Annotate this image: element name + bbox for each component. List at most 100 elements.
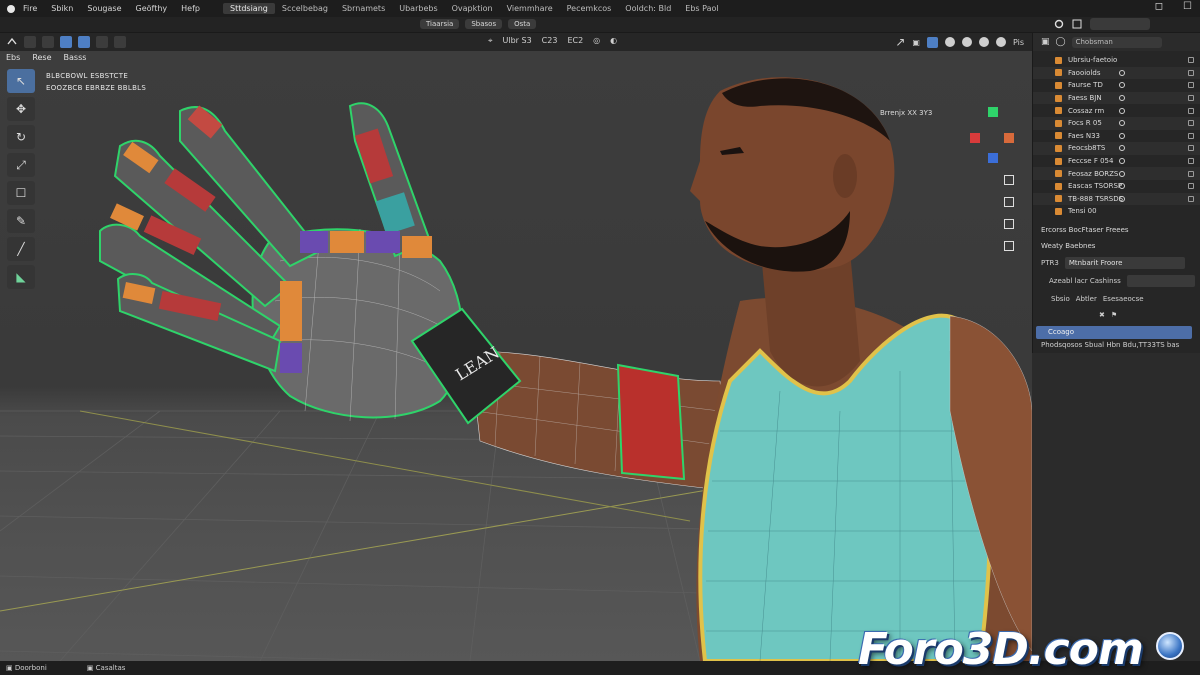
eye-icon[interactable] (1119, 145, 1125, 152)
menu-item-file[interactable]: Fire (16, 4, 44, 13)
workspace-tab-4[interactable]: Ovapktion (445, 3, 500, 14)
apply-button[interactable]: Ccoago (1036, 325, 1192, 339)
eye-icon[interactable] (1119, 195, 1125, 202)
annotate-tool[interactable]: ✎ (7, 209, 35, 233)
visibility-checkbox[interactable] (1188, 95, 1194, 102)
visibility-checkbox[interactable] (1188, 195, 1194, 202)
gizmo-z-axis[interactable] (988, 153, 998, 163)
outliner-item[interactable]: Faes N33 (1033, 130, 1200, 143)
viewport-tab-1[interactable]: Rese (32, 53, 51, 62)
workspace-tab-6[interactable]: Pecemkcos (560, 3, 619, 14)
scale-tool[interactable]: ⤢ (7, 153, 35, 177)
settings-icon[interactable] (1054, 19, 1064, 29)
visibility-checkbox[interactable] (1188, 69, 1194, 76)
outliner-item[interactable]: Focs R 05 (1033, 116, 1200, 130)
move-tool[interactable]: ✥ (7, 97, 35, 121)
menu-item-window[interactable]: Geöfthy (129, 4, 175, 13)
outliner-item[interactable]: Faess BJN (1033, 91, 1200, 105)
camera-icon[interactable]: ▣ (912, 38, 920, 47)
xray-toggle[interactable] (926, 36, 938, 48)
add-cube-tool[interactable]: ◣ (7, 265, 35, 289)
filter-icon[interactable]: ◯ (1056, 37, 1066, 47)
eye-icon[interactable] (1119, 132, 1125, 139)
3d-viewport[interactable]: LEAN Ebs Rese Basss BLBCBOWL ESBSTCTE EO… (0, 51, 1032, 661)
menu-item-render[interactable]: Sougase (80, 4, 128, 13)
eye-icon[interactable] (1119, 95, 1125, 102)
menu-item-edit[interactable]: Sbikn (44, 4, 80, 13)
eye-icon[interactable] (1119, 82, 1125, 89)
properties-section-header[interactable]: Ercorss BocFtaser Freees (1033, 222, 1200, 238)
select-subtract-button[interactable] (96, 36, 108, 48)
flag-icon[interactable]: ⚑ (1111, 311, 1117, 319)
property-option-0[interactable]: Abtler (1076, 295, 1097, 303)
workspace-tab-5[interactable]: Viemmhare (500, 3, 560, 14)
visibility-checkbox[interactable] (1188, 82, 1194, 89)
viewport-tab-2[interactable]: Basss (64, 53, 87, 62)
visibility-checkbox[interactable] (1188, 132, 1194, 139)
proportional-edit-icon[interactable]: ◎ (593, 36, 600, 46)
zoom-icon[interactable] (1004, 175, 1014, 185)
scene-dropdown[interactable]: Tiaarsia (420, 19, 460, 29)
workspace-tab-1[interactable]: Sccelbebag (275, 3, 335, 14)
viewport-control-2[interactable]: EC2 (567, 36, 583, 46)
outliner-item[interactable]: Feocsb8TS (1033, 142, 1200, 155)
ortho-toggle-icon[interactable] (1004, 241, 1014, 251)
menu-item-help[interactable]: Hefp (174, 4, 207, 13)
transform-gizmo-icon[interactable]: ↗ (895, 35, 905, 49)
workspace-tab-0[interactable]: Sttdsiang (222, 3, 275, 14)
camera-view-icon[interactable] (1004, 219, 1014, 229)
viewport-tab-0[interactable]: Ebs (6, 53, 20, 62)
mode-button[interactable] (24, 36, 36, 48)
workspace-tab-7[interactable]: Ooldch: Bld (618, 3, 678, 14)
shading-options-label[interactable]: Pis (1013, 38, 1024, 47)
visibility-checkbox[interactable] (1188, 183, 1194, 190)
view-button[interactable] (42, 36, 54, 48)
shading-rendered-icon[interactable] (995, 37, 1006, 47)
outliner-item[interactable]: Tensi 00 (1033, 205, 1200, 218)
gizmo-x-axis[interactable] (970, 133, 980, 143)
outliner-item[interactable]: Feccse F 054 (1033, 155, 1200, 168)
rotate-tool[interactable]: ↻ (7, 125, 35, 149)
select-box-button[interactable] (60, 36, 72, 48)
outliner-item[interactable]: TB-888 TSRSDS (1033, 192, 1200, 206)
workspace-tab-2[interactable]: Sbrnamets (335, 3, 392, 14)
shading-wireframe-icon[interactable] (944, 37, 955, 47)
gizmo-y-axis[interactable] (988, 107, 998, 117)
layout-icon[interactable] (1072, 19, 1082, 29)
gizmo-neg-x-axis[interactable] (1004, 133, 1014, 143)
viewport-control-0[interactable]: Ulbr S3 (503, 36, 532, 46)
editor-type-icon[interactable] (6, 36, 18, 48)
visibility-checkbox[interactable] (1188, 120, 1194, 127)
eye-icon[interactable] (1119, 183, 1125, 190)
eye-icon[interactable] (1119, 107, 1125, 114)
select-extend-button[interactable] (78, 36, 90, 48)
visibility-checkbox[interactable] (1188, 145, 1194, 152)
outliner-item[interactable]: Cossaz rm (1033, 104, 1200, 117)
visibility-checkbox[interactable] (1188, 57, 1194, 64)
measure-tool[interactable]: ╱ (7, 237, 35, 261)
maximize-icon[interactable]: ☐ (1183, 1, 1192, 12)
outliner-item[interactable]: Faurse TD (1033, 79, 1200, 92)
outliner-item[interactable]: Feosaz BORZS (1033, 167, 1200, 180)
select-invert-button[interactable] (114, 36, 126, 48)
shading-material-icon[interactable] (978, 37, 989, 47)
visibility-checkbox[interactable] (1188, 158, 1194, 165)
minimize-icon[interactable]: ◻ (1155, 1, 1163, 12)
pan-icon[interactable] (1004, 197, 1014, 207)
select-tool[interactable]: ↖ (7, 69, 35, 93)
eye-icon[interactable] (1119, 158, 1125, 165)
viewport-control-1[interactable]: C23 (542, 36, 558, 46)
properties-subsection-header[interactable]: Weaty Baebnes (1033, 238, 1200, 254)
outliner-item[interactable]: Ubrsiu-faetoio (1033, 54, 1200, 67)
visibility-checkbox[interactable] (1188, 170, 1194, 177)
overlay-icon[interactable]: ◐ (610, 36, 617, 46)
transform-tool[interactable]: ☐ (7, 181, 35, 205)
property-option-1[interactable]: Esesaeocse (1103, 295, 1144, 303)
snap-icon[interactable]: ⌖ (488, 36, 493, 46)
workspace-tab-3[interactable]: Ubarbebs (392, 3, 444, 14)
workspace-tab-8[interactable]: Ebs Paol (678, 3, 725, 14)
outliner-item[interactable]: Eascas TSORSP (1033, 180, 1200, 193)
property-value-field[interactable] (1126, 274, 1195, 287)
outliner-item[interactable]: Faooiolds (1033, 66, 1200, 80)
eye-icon[interactable] (1119, 170, 1125, 177)
